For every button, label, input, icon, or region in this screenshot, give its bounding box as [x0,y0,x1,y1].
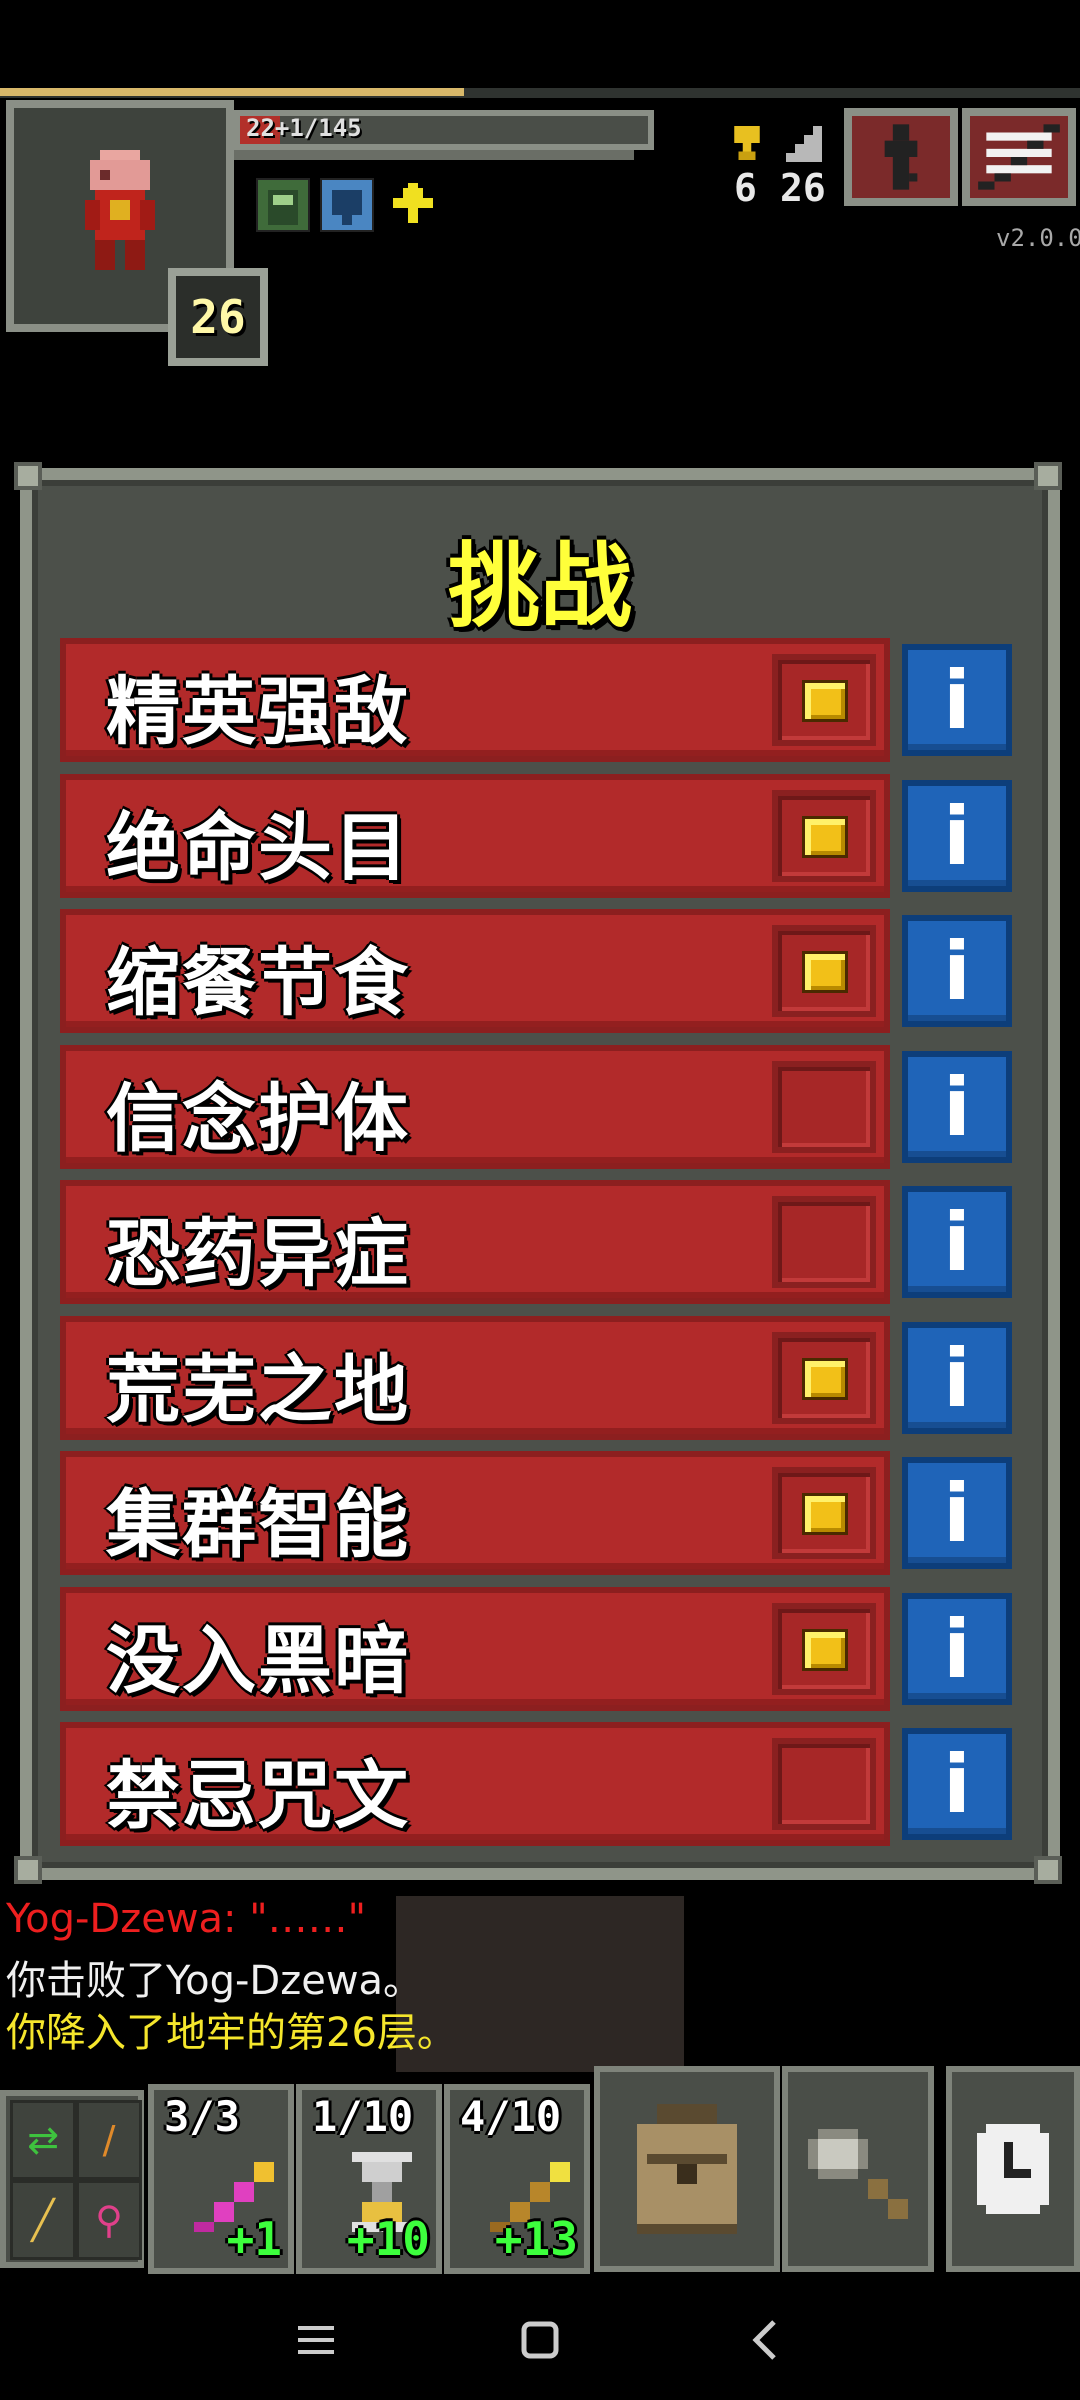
challenge-row[interactable]: 绝命头目 [60,774,890,898]
journal-button[interactable] [844,108,958,206]
challenge-checkbox[interactable] [772,925,876,1017]
gold-count: 6 [734,166,757,210]
hero-portrait[interactable] [70,150,170,280]
quickslot-charges: 1/10 [312,2092,414,2141]
log-line: Yog-Dzewa: "……" [6,1896,367,1942]
buff-icon-yellow-arrow[interactable] [388,178,442,232]
hero-level-badge: 26 [168,268,268,366]
quickslot-3[interactable]: 4/10 +13 [444,2084,590,2274]
backpack-icon [637,2104,737,2234]
depth-count: 26 [780,166,826,210]
quick-actions-grid: ⇄ / ╱ ⚲ [0,2090,144,2268]
challenge-label: 精英强敌 [106,669,410,755]
challenge-info-button[interactable]: i [902,1186,1012,1298]
xp-bar-fill [0,88,464,96]
window-corner [14,1856,42,1884]
buff-icon-blue[interactable] [320,178,374,232]
challenge-info-button[interactable]: i [902,780,1012,892]
recents-icon[interactable] [286,2310,346,2370]
challenge-checkbox[interactable] [772,1196,876,1288]
checkbox-checked-mark [802,1358,848,1400]
challenge-info-button[interactable]: i [902,1457,1012,1569]
menu-icon [978,124,1060,190]
challenge-info-button[interactable]: i [902,915,1012,1027]
quickslot-charges: 3/3 [164,2092,240,2141]
challenge-row[interactable]: 禁忌咒文 [60,1722,890,1846]
home-icon[interactable] [510,2310,570,2370]
challenge-label: 缩餐节食 [106,940,410,1026]
checkbox-checked-mark [802,816,848,858]
trophy-icon [734,126,760,160]
challenge-info-button[interactable]: i [902,1593,1012,1705]
back-icon[interactable] [736,2310,796,2370]
challenge-checkbox[interactable] [772,1738,876,1830]
challenge-info-button[interactable]: i [902,1051,1012,1163]
challenge-row[interactable]: 集群智能 [60,1451,890,1575]
challenge-row[interactable]: 没入黑暗 [60,1587,890,1711]
challenge-checkbox[interactable] [772,1061,876,1153]
status-rail [234,150,634,160]
challenge-row[interactable]: 精英强敌 [60,638,890,762]
buff-icon-green[interactable] [256,178,310,232]
challenge-checkbox[interactable] [772,1603,876,1695]
challenge-label: 禁忌咒文 [106,1753,410,1839]
wait-button[interactable] [946,2066,1080,2272]
challenge-checkbox[interactable] [772,790,876,882]
log-line: 你击败了Yog-Dzewa。 [6,1958,424,2004]
window-title: 挑战 [447,533,632,640]
challenge-label: 恐药异症 [106,1211,410,1297]
window-corner [1034,462,1062,490]
window-corner [14,462,42,490]
challenge-label: 没入黑暗 [106,1618,410,1704]
quickslot-bonus: +13 [494,2212,578,2266]
challenge-checkbox[interactable] [772,654,876,746]
challenge-label: 信念护体 [106,1076,410,1162]
challenge-label: 荒芜之地 [106,1347,410,1433]
quickslot-bonus: +1 [226,2212,282,2266]
challenge-row[interactable]: 信念护体 [60,1045,890,1169]
challenge-checkbox[interactable] [772,1332,876,1424]
search-button[interactable] [782,2066,934,2272]
backpack-button[interactable] [594,2066,780,2272]
challenge-info-button[interactable]: i [902,1322,1012,1434]
challenge-checkbox[interactable] [772,1467,876,1559]
challenge-row[interactable]: 缩餐节食 [60,909,890,1033]
window-corner [1034,1856,1062,1884]
pink-wand-icon[interactable]: ⚲ [76,2180,142,2260]
quickslot-bonus: +10 [346,2212,430,2266]
depth-stairs-icon [786,126,822,162]
search-icon [808,2129,908,2219]
log-line: 你降入了地牢的第26层。 [6,2010,457,2056]
journal-key-icon [884,124,918,190]
checkbox-checked-mark [802,1629,848,1671]
health-text: 22+1/145 [246,114,362,142]
quickslot-charges: 4/10 [460,2092,562,2141]
quickslot-2[interactable]: 1/10 +10 [296,2084,442,2274]
torch-icon[interactable]: / [76,2100,142,2180]
challenge-info-button[interactable]: i [902,644,1012,756]
wait-clock-icon [977,2124,1049,2214]
menu-button[interactable] [962,108,1076,206]
checkbox-checked-mark [802,1493,848,1535]
challenge-row[interactable]: 荒芜之地 [60,1316,890,1440]
challenge-label: 绝命头目 [106,805,410,891]
checkbox-checked-mark [802,680,848,722]
checkbox-checked-mark [802,951,848,993]
dart-icon[interactable]: ╱ [10,2180,76,2260]
swap-icon[interactable]: ⇄ [10,2100,76,2180]
challenge-label: 集群智能 [106,1482,410,1568]
challenge-row[interactable]: 恐药异症 [60,1180,890,1304]
challenge-info-button[interactable]: i [902,1728,1012,1840]
quickslot-1[interactable]: 3/3 +1 [148,2084,294,2274]
version-label: v2.0.0 [996,224,1080,252]
